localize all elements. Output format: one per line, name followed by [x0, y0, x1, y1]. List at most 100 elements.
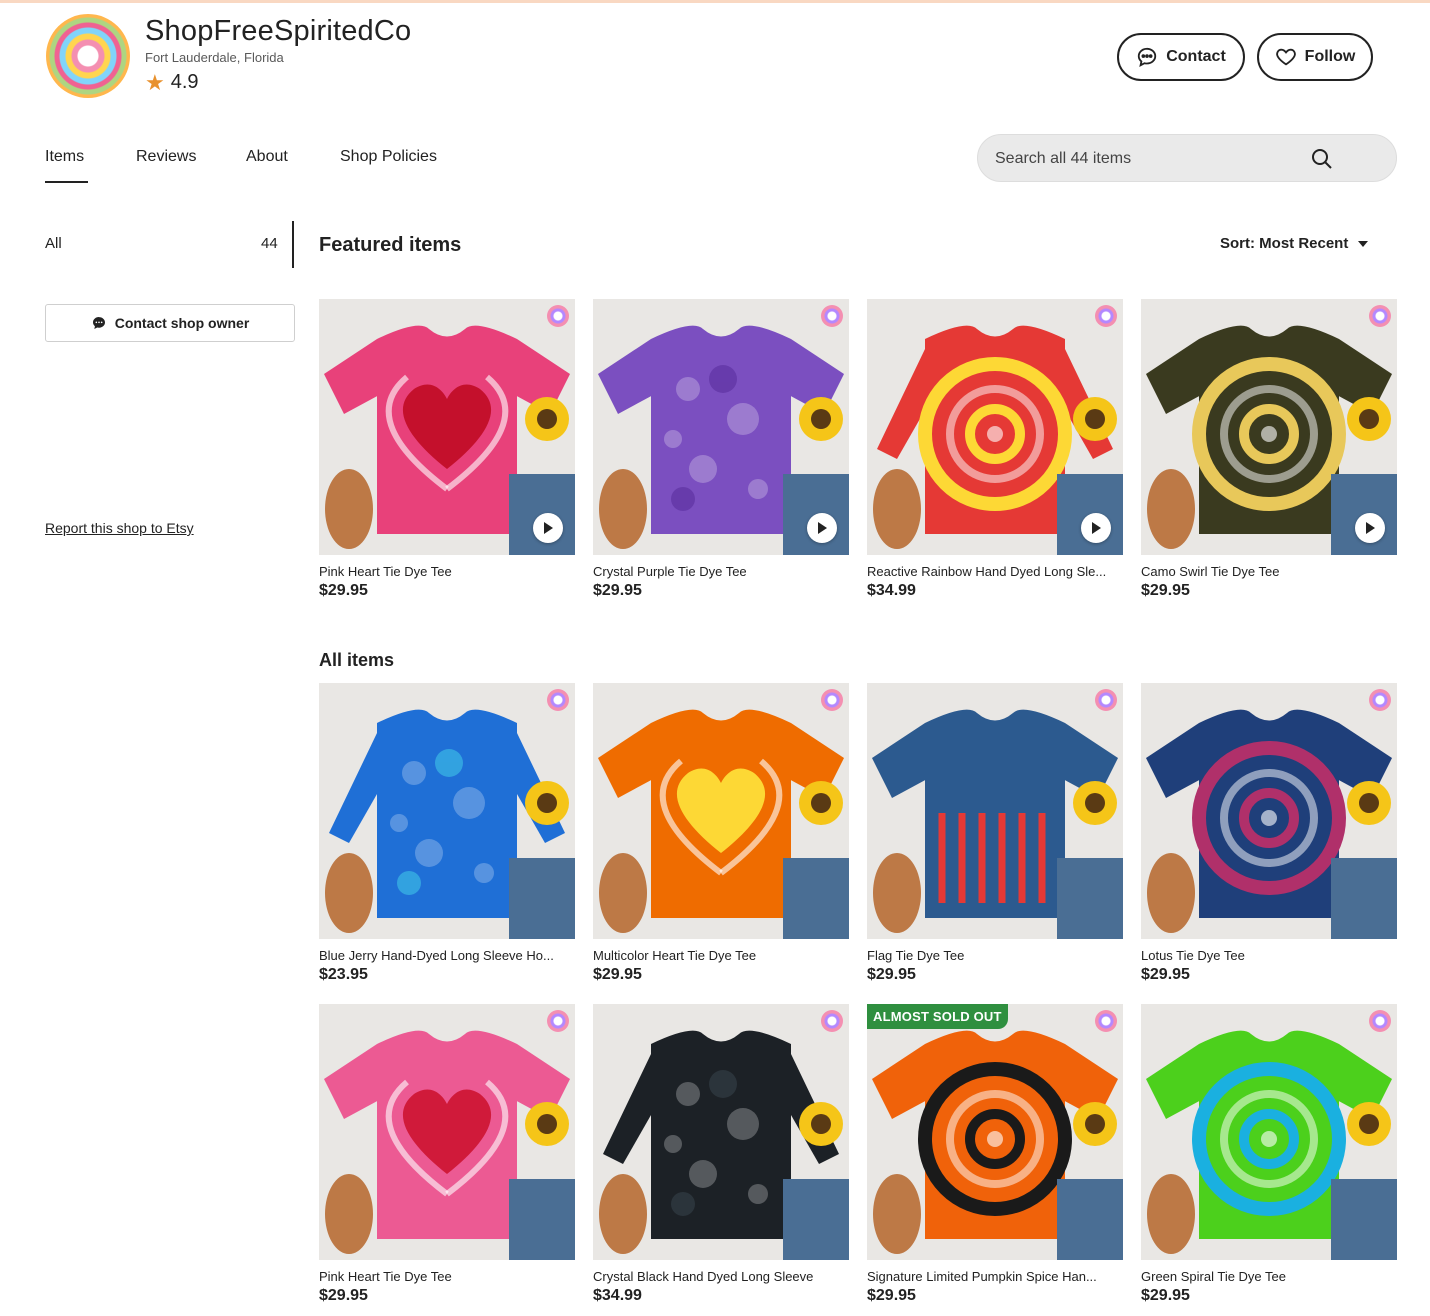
shop-watermark-logo	[821, 1010, 843, 1032]
tab-about[interactable]: About	[246, 148, 288, 166]
top-accent-line	[0, 0, 1430, 3]
listing-title[interactable]: Crystal Purple Tie Dye Tee	[593, 564, 849, 579]
listing-price: $34.99	[593, 1287, 642, 1304]
listing-card[interactable]: Crystal Purple Tie Dye Tee $29.95	[593, 299, 849, 600]
listing-image[interactable]	[867, 299, 1123, 555]
listing-image[interactable]	[593, 683, 849, 939]
search-icon[interactable]	[1310, 147, 1334, 171]
section-active-indicator	[292, 221, 294, 268]
play-icon	[818, 522, 827, 534]
shop-watermark-logo	[1095, 1010, 1117, 1032]
play-video-button[interactable]	[533, 513, 563, 543]
listing-image[interactable]	[593, 1004, 849, 1260]
listing-title[interactable]: Camo Swirl Tie Dye Tee	[1141, 564, 1397, 579]
listing-price: $29.95	[867, 966, 916, 983]
listing-title[interactable]: Crystal Black Hand Dyed Long Sleeve	[593, 1269, 849, 1284]
listing-image[interactable]	[319, 299, 575, 555]
shop-search[interactable]	[977, 134, 1397, 182]
listing-image[interactable]	[867, 683, 1123, 939]
tab-items[interactable]: Items	[45, 148, 84, 166]
listing-price: $29.95	[319, 582, 368, 599]
all-items-heading: All items	[319, 650, 395, 670]
listing-card[interactable]: Multicolor Heart Tie Dye Tee $29.95	[593, 683, 849, 984]
listing-card[interactable]: Blue Jerry Hand-Dyed Long Sleeve Ho... $2…	[319, 683, 575, 984]
listing-title[interactable]: Signature Limited Pumpkin Spice Han...	[867, 1269, 1123, 1284]
listing-price: $29.95	[593, 582, 642, 599]
heart-icon	[1275, 48, 1296, 66]
listing-card[interactable]: Pink Heart Tie Dye Tee $29.95	[319, 299, 575, 600]
shop-watermark-logo	[1369, 689, 1391, 711]
active-tab-indicator	[45, 181, 88, 183]
shop-watermark-logo	[547, 305, 569, 327]
listing-title[interactable]: Flag Tie Dye Tee	[867, 948, 1123, 963]
play-video-button[interactable]	[1355, 513, 1385, 543]
shop-watermark-logo	[821, 689, 843, 711]
listing-title[interactable]: Pink Heart Tie Dye Tee	[319, 1269, 575, 1284]
almost-sold-out-badge: ALMOST SOLD OUT	[867, 1004, 1008, 1029]
listing-price: $29.95	[1141, 582, 1190, 599]
follow-button[interactable]: Follow	[1257, 33, 1373, 81]
contact-shop-owner-label: Contact shop owner	[114, 315, 250, 331]
tab-reviews[interactable]: Reviews	[136, 148, 196, 166]
chat-icon	[92, 317, 105, 329]
contact-shop-owner-button[interactable]: Contact shop owner	[45, 304, 295, 342]
listing-price: $29.95	[319, 1287, 368, 1304]
listing-card[interactable]: Crystal Black Hand Dyed Long Sleeve $34.9…	[593, 1004, 849, 1305]
search-input[interactable]	[995, 147, 1315, 171]
sort-label: Sort: Most Recent	[1220, 235, 1349, 252]
shop-name[interactable]: ShopFreeSpiritedCo	[145, 15, 411, 48]
listing-card[interactable]: Reactive Rainbow Hand Dyed Long Sle... $3…	[867, 299, 1123, 600]
section-all-count: 44	[261, 235, 278, 252]
play-video-button[interactable]	[807, 513, 837, 543]
listing-image[interactable]	[1141, 683, 1397, 939]
listing-title[interactable]: Reactive Rainbow Hand Dyed Long Sle...	[867, 564, 1123, 579]
listing-price: $23.95	[319, 966, 368, 983]
listing-card[interactable]: Pink Heart Tie Dye Tee $29.95	[319, 1004, 575, 1305]
listing-image[interactable]	[1141, 299, 1397, 555]
listing-price: $34.99	[867, 582, 916, 599]
listing-title[interactable]: Pink Heart Tie Dye Tee	[319, 564, 575, 579]
listing-title[interactable]: Green Spiral Tie Dye Tee	[1141, 1269, 1397, 1284]
section-all-label[interactable]: All	[45, 235, 62, 252]
listing-price: $29.95	[1141, 966, 1190, 983]
caret-down-icon	[1358, 240, 1369, 247]
listing-title[interactable]: Blue Jerry Hand-Dyed Long Sleeve Ho...	[319, 948, 575, 963]
listing-title[interactable]: Multicolor Heart Tie Dye Tee	[593, 948, 849, 963]
listing-card[interactable]: Camo Swirl Tie Dye Tee $29.95	[1141, 299, 1397, 600]
listing-price: $29.95	[867, 1287, 916, 1304]
sort-dropdown[interactable]: Sort: Most Recent	[1220, 235, 1369, 252]
play-icon	[1366, 522, 1375, 534]
listing-card[interactable]: Green Spiral Tie Dye Tee $29.95	[1141, 1004, 1397, 1305]
listing-price: $29.95	[1141, 1287, 1190, 1304]
contact-button[interactable]: Contact	[1117, 33, 1245, 81]
shop-rating[interactable]: ★ 4.9	[145, 71, 199, 94]
shop-watermark-logo	[547, 689, 569, 711]
chat-icon	[1138, 47, 1157, 67]
shop-watermark-logo	[1369, 305, 1391, 327]
play-video-button[interactable]	[1081, 513, 1111, 543]
listing-card[interactable]: ALMOST SOLD OUT Signature Limited Pumpkin…	[867, 1004, 1123, 1305]
listing-image[interactable]: ALMOST SOLD OUT	[867, 1004, 1123, 1260]
shop-location: Fort Lauderdale, Florida	[145, 50, 284, 65]
listing-card[interactable]: Flag Tie Dye Tee $29.95	[867, 683, 1123, 984]
follow-label: Follow	[1304, 48, 1356, 65]
contact-label: Contact	[1166, 48, 1226, 65]
report-shop-link[interactable]: Report this shop to Etsy	[45, 520, 194, 536]
shop-watermark-logo	[1095, 689, 1117, 711]
star-icon: ★	[145, 69, 165, 95]
listing-image[interactable]	[319, 1004, 575, 1260]
tab-shop-policies[interactable]: Shop Policies	[340, 148, 437, 166]
play-icon	[544, 522, 553, 534]
listing-image[interactable]	[1141, 1004, 1397, 1260]
listing-image[interactable]	[319, 683, 575, 939]
listing-image[interactable]	[593, 299, 849, 555]
listing-card[interactable]: Lotus Tie Dye Tee $29.95	[1141, 683, 1397, 984]
shop-watermark-logo	[1369, 1010, 1391, 1032]
play-icon	[1092, 522, 1101, 534]
shop-watermark-logo	[547, 1010, 569, 1032]
shop-logo[interactable]	[46, 14, 130, 98]
shop-watermark-logo	[1095, 305, 1117, 327]
featured-items-heading: Featured items	[319, 234, 462, 256]
listing-title[interactable]: Lotus Tie Dye Tee	[1141, 948, 1397, 963]
shop-watermark-logo	[821, 305, 843, 327]
